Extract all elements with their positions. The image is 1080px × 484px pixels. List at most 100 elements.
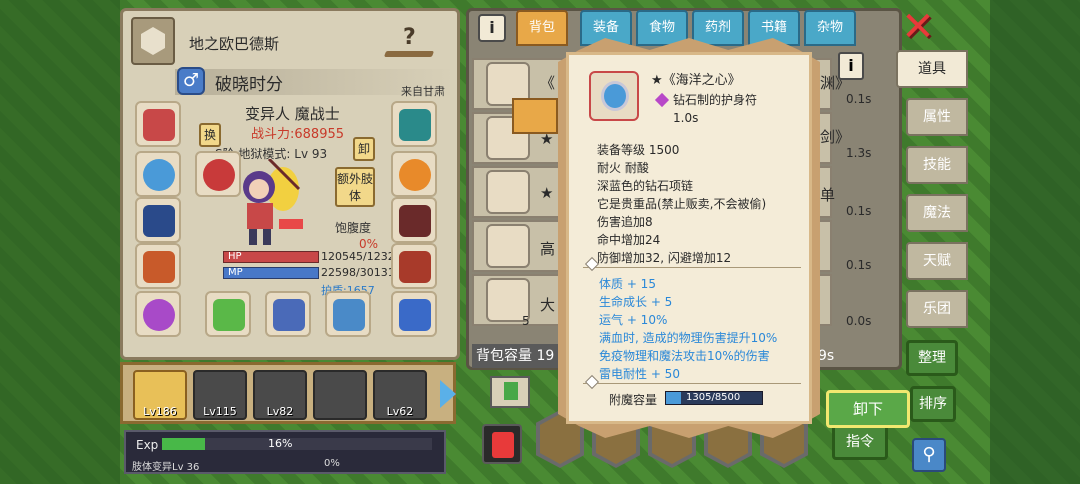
side-tab-attributes[interactable]: 属性 (906, 98, 968, 136)
mp-label: MP (228, 267, 243, 278)
skill-download-icon[interactable] (490, 376, 530, 408)
combat-power: 战斗力:688955 (251, 127, 345, 142)
enchant-value: 1305/8500 (686, 392, 741, 403)
unequip-button[interactable]: 卸下 (826, 390, 910, 428)
side-tab-skills[interactable]: 技能 (906, 146, 968, 184)
bag-row-text: 《 (540, 74, 556, 92)
party-member-3[interactable]: Lv82 (253, 370, 307, 420)
tab-potion[interactable]: 药剂 (692, 10, 744, 46)
equip-slot-neck[interactable] (135, 151, 181, 197)
divider (583, 267, 801, 268)
bag-row-time: 0.1s (846, 204, 872, 218)
equip-slot-legs[interactable] (391, 243, 437, 289)
equip-slot-left-hand[interactable] (205, 291, 251, 337)
bag-row-time: 1.3s (846, 146, 872, 160)
bag-capacity-tail: 9s (818, 348, 835, 364)
lock-icon[interactable] (512, 98, 558, 134)
side-tab-magic[interactable]: 魔法 (906, 194, 968, 232)
character-class: 变异人 魔战士 (245, 105, 340, 123)
item-bonus: 体质 + 15 (599, 277, 656, 291)
item-stat: 耐火 耐酸 (597, 161, 649, 175)
mutation-label: 肢体变异Lv 36 (132, 462, 200, 473)
swap-button[interactable]: 换 (199, 123, 221, 147)
item-stat: 深蓝色的钻石项链 (597, 179, 694, 193)
party-member-1[interactable]: Lv186 (133, 370, 187, 420)
item-amulet-icon (589, 71, 639, 121)
party-member-4-empty[interactable] (313, 370, 367, 420)
divider (583, 383, 801, 384)
bag-row-time: 0.1s (846, 92, 872, 106)
order-button[interactable]: 排序 (910, 386, 956, 422)
hp-bar: HP (223, 251, 319, 263)
background-left-scenery (0, 0, 120, 484)
item-stat: 装备等级 1500 (597, 143, 680, 157)
tab-food[interactable]: 食物 (636, 10, 688, 46)
exp-bar (162, 438, 432, 450)
party-next-arrow-icon[interactable] (440, 380, 456, 408)
mp-value: 22598/30131 (321, 266, 395, 279)
bag-item-scroll-icon (486, 170, 530, 214)
party-member-2[interactable]: Lv115 (193, 370, 247, 420)
unload-button[interactable]: 卸 (353, 137, 375, 161)
item-stat: 防御增加32, 闪避增加12 (597, 251, 732, 265)
equip-slot-offhand[interactable] (325, 291, 371, 337)
background-right-scenery (990, 0, 1080, 484)
side-tab-talent[interactable]: 天赋 (906, 242, 968, 280)
tab-misc[interactable]: 杂物 (804, 10, 856, 46)
bag-item-staff-icon (486, 224, 530, 268)
equip-slot-belt[interactable] (135, 243, 181, 289)
item-bonus: 满血时, 造成的物理伤害提升10% (599, 331, 778, 345)
item-type: 钻石制的护身符 (673, 93, 758, 107)
bag-row-text: ★ (540, 184, 554, 202)
search-icon[interactable]: ⚲ (912, 438, 946, 472)
bag-row-time: 0.1s (846, 258, 872, 272)
equip-slot-body[interactable] (135, 197, 181, 243)
party-member-level: Lv186 (143, 405, 177, 418)
rarity-diamond-icon (654, 92, 670, 108)
equip-slot-feet[interactable] (391, 291, 437, 337)
close-icon[interactable]: ✕ (900, 7, 936, 47)
hp-label: HP (228, 251, 242, 262)
command-button[interactable]: 指令 (832, 424, 888, 460)
party-member-level: Lv115 (203, 405, 237, 418)
gender-male-icon: ♂ (177, 67, 205, 95)
exp-bar-fill (162, 438, 206, 450)
equip-slot-gear[interactable] (195, 151, 241, 197)
mp-bar: MP (223, 267, 319, 279)
hunger-label: 饱腹度 (335, 221, 372, 235)
equip-slot-shield-gem[interactable] (391, 101, 437, 147)
party-bar: Lv186 Lv115 Lv82 Lv62 (120, 362, 456, 424)
extra-limb-button[interactable]: 额外肢体 (335, 167, 375, 207)
item-name: ★《海洋之心》 (651, 73, 741, 88)
section-diamond-icon (584, 374, 600, 390)
player-title: 破晓时分 (215, 75, 283, 95)
tooltip-info-icon[interactable]: i (838, 52, 864, 80)
item-tooltip: ★《海洋之心》 钻石制的护身符 1.0s 装备等级 1500 耐火 耐酸 深蓝色… (566, 52, 812, 424)
guild-emblem-icon (131, 17, 175, 65)
equip-slot-cloak[interactable] (391, 151, 437, 197)
item-cooldown: 1.0s (673, 111, 699, 125)
side-tab-band[interactable]: 乐团 (906, 290, 968, 328)
item-bonus: 免疫物理和魔法攻击10%的伤害 (599, 349, 770, 363)
mutation-percent: 0% (324, 458, 340, 469)
equip-slot-ring[interactable] (135, 291, 181, 337)
info-icon[interactable]: i (478, 14, 506, 42)
equip-slot-weapon[interactable] (265, 291, 311, 337)
party-member-level: Lv62 (386, 405, 414, 418)
bag-row-time: 0.0s (846, 314, 872, 328)
world-name: 地之欧巴德斯 (189, 35, 280, 53)
side-tab-items[interactable]: 道具 (896, 50, 968, 88)
item-stat: 命中增加24 (597, 233, 661, 247)
tab-bag[interactable]: 背包 (516, 10, 568, 46)
wardrobe-hanger-icon[interactable]: ? (383, 25, 435, 65)
item-bonus: 生命成长 + 5 (599, 295, 673, 309)
bag-row-text: 大 (540, 296, 556, 314)
sort-button[interactable]: 整理 (906, 340, 958, 376)
item-stat: 伤害追加8 (597, 215, 653, 229)
skill-slot-counter[interactable] (482, 424, 522, 464)
equip-slot-arms[interactable] (391, 197, 437, 243)
item-stat: 它是贵重品(禁止贩卖,不会被偷) (597, 197, 767, 211)
party-member-5[interactable]: Lv62 (373, 370, 427, 420)
exp-panel: Exp 16% 肢体变异Lv 36 0% (124, 430, 446, 474)
equip-slot-head[interactable] (135, 101, 181, 147)
